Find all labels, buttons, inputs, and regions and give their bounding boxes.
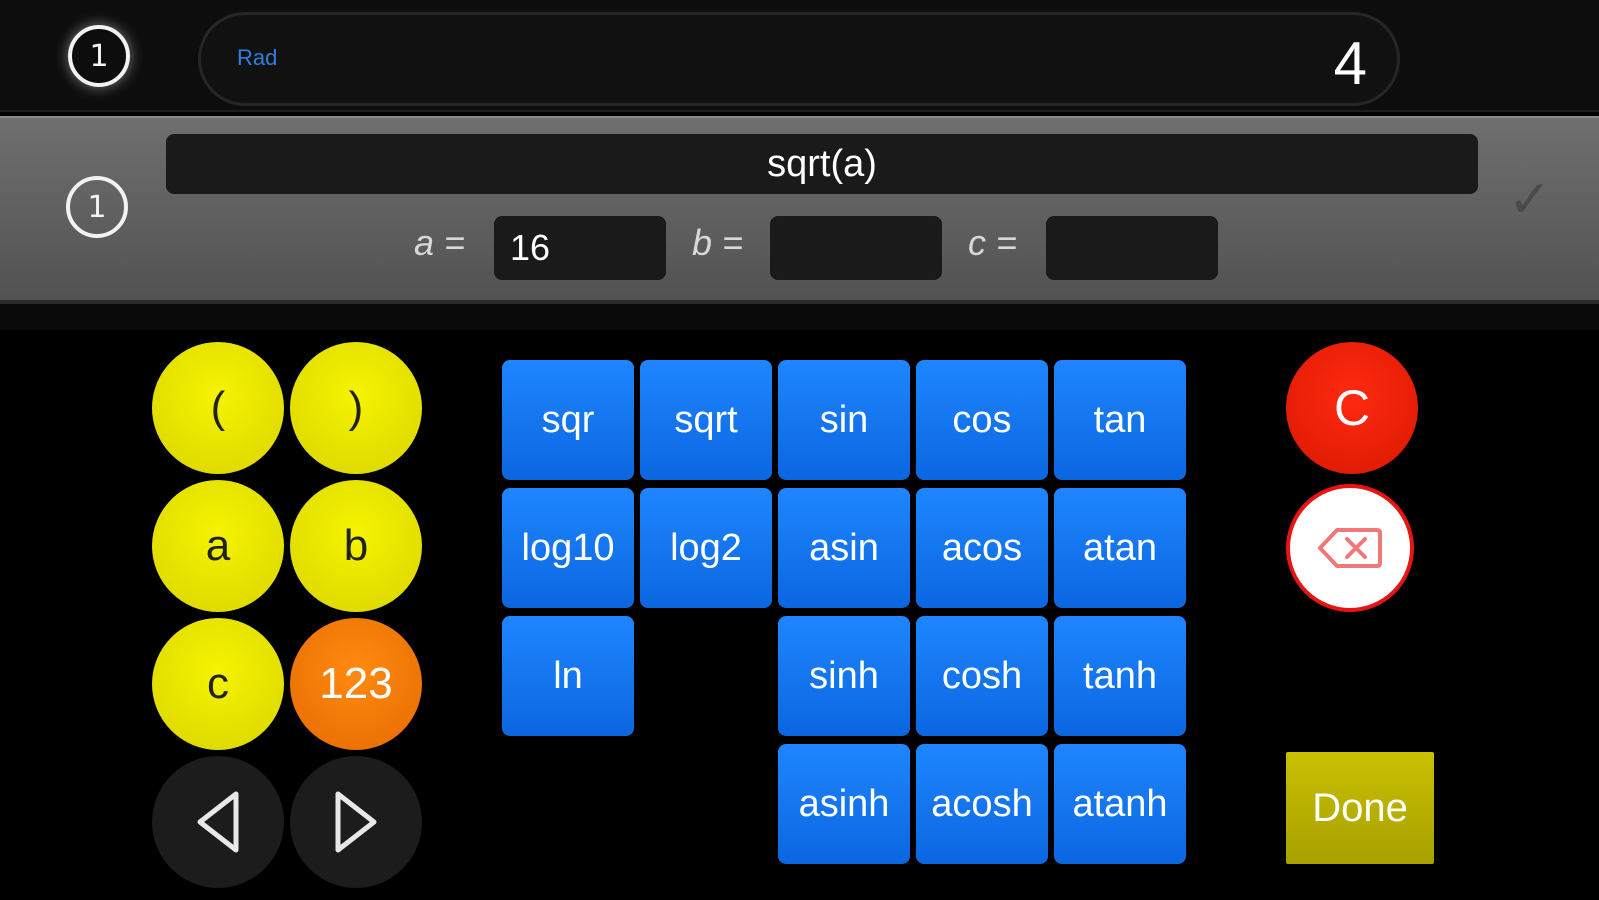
- fn-key-log10[interactable]: log10: [502, 488, 634, 608]
- expression-text: sqrt(a): [767, 142, 877, 185]
- var-a-input[interactable]: [494, 216, 666, 280]
- clear-key[interactable]: C: [1286, 342, 1418, 474]
- open-paren-key[interactable]: (: [152, 342, 284, 474]
- done-button[interactable]: Done: [1286, 752, 1434, 864]
- fn-key-cos[interactable]: cos: [916, 360, 1048, 480]
- expression-field[interactable]: sqrt(a): [166, 134, 1478, 194]
- check-icon[interactable]: ✓: [1508, 170, 1552, 230]
- var-b-key[interactable]: b: [290, 480, 422, 612]
- result-display: Rad 4: [198, 12, 1400, 106]
- fn-key-sqrt[interactable]: sqrt: [640, 360, 772, 480]
- panel-divider: [0, 300, 1599, 330]
- fn-key-acosh[interactable]: acosh: [916, 744, 1048, 864]
- fn-key-atanh[interactable]: atanh: [1054, 744, 1186, 864]
- fn-key-tanh[interactable]: tanh: [1054, 616, 1186, 736]
- backspace-key[interactable]: [1286, 484, 1414, 612]
- angle-mode-label[interactable]: Rad: [237, 45, 277, 71]
- right-triangle-icon: [335, 791, 377, 853]
- history-icon-number: 1: [89, 38, 109, 74]
- cursor-right-key[interactable]: [290, 756, 422, 888]
- fn-key-asin[interactable]: asin: [778, 488, 910, 608]
- var-c-key[interactable]: c: [152, 618, 284, 750]
- var-c-input[interactable]: [1046, 216, 1218, 280]
- fn-key-sinh[interactable]: sinh: [778, 616, 910, 736]
- fn-key-cosh[interactable]: cosh: [916, 616, 1048, 736]
- history-icon[interactable]: 1: [68, 25, 130, 87]
- fn-key-ln[interactable]: ln: [502, 616, 634, 736]
- fn-key-sin[interactable]: sin: [778, 360, 910, 480]
- fn-key-atan[interactable]: atan: [1054, 488, 1186, 608]
- backspace-icon: [1318, 528, 1382, 568]
- var-a-label: a =: [414, 222, 466, 263]
- var-a-key[interactable]: a: [152, 480, 284, 612]
- expression-panel: 1 sqrt(a) a = b = c = ✓: [0, 116, 1599, 300]
- expression-history-icon[interactable]: 1: [66, 176, 128, 238]
- fn-key-sqr[interactable]: sqr: [502, 360, 634, 480]
- result-bar: 1 Rad 4: [0, 0, 1599, 112]
- result-value: 4: [1333, 30, 1367, 97]
- expression-history-number: 1: [87, 189, 107, 225]
- fn-key-asinh[interactable]: asinh: [778, 744, 910, 864]
- fn-key-acos[interactable]: acos: [916, 488, 1048, 608]
- var-b-label: b =: [692, 222, 744, 263]
- left-triangle-icon: [197, 791, 239, 853]
- fn-key-log2[interactable]: log2: [640, 488, 772, 608]
- var-b-input[interactable]: [770, 216, 942, 280]
- var-c-label: c =: [968, 222, 1018, 263]
- close-paren-key[interactable]: ): [290, 342, 422, 474]
- numpad-key[interactable]: 123: [290, 618, 422, 750]
- cursor-left-key[interactable]: [152, 756, 284, 888]
- fn-key-tan[interactable]: tan: [1054, 360, 1186, 480]
